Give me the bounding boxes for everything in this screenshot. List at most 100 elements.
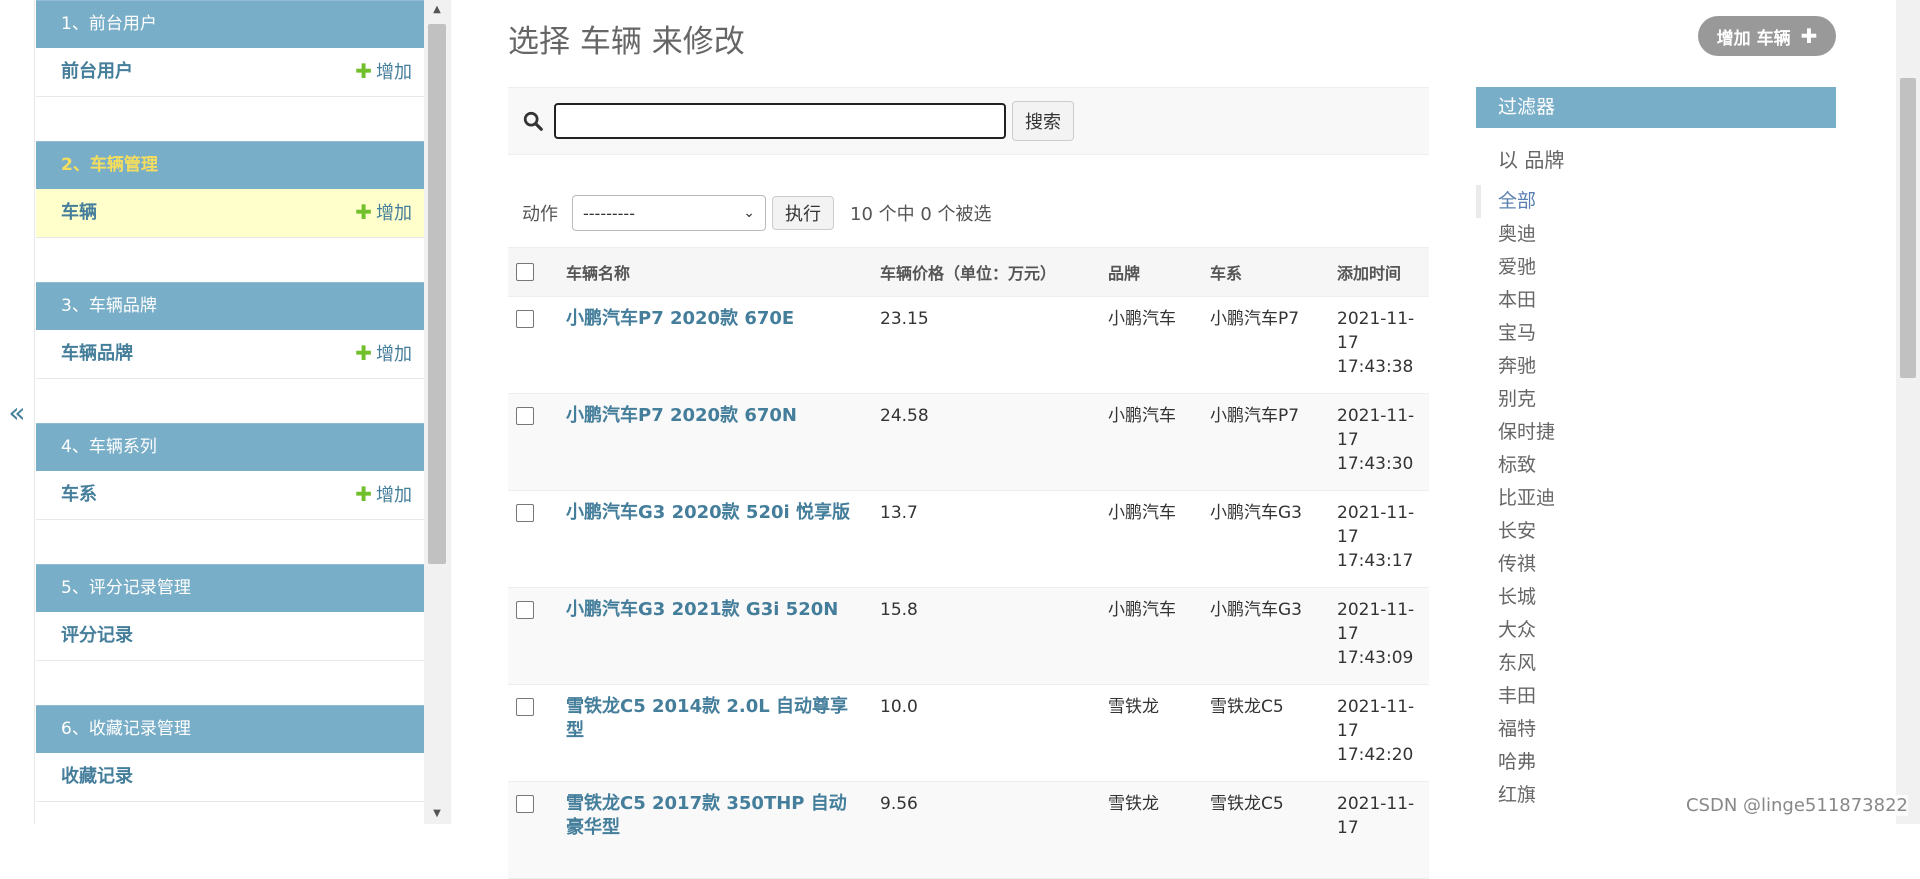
scroll-down-arrow-icon[interactable]: ▼ <box>424 804 450 824</box>
sidebar-module-caption[interactable]: 6、收藏记录管理 <box>36 705 424 753</box>
car-name-link[interactable]: 小鹏汽车P7 2020款 670E <box>566 308 794 329</box>
car-name-link[interactable]: 小鹏汽车P7 2020款 670N <box>566 405 797 426</box>
filter-option-link[interactable]: 传祺 <box>1498 553 1536 575</box>
filter-header: 过滤器 <box>1476 87 1836 128</box>
filter-option-link[interactable]: 保时捷 <box>1498 421 1555 443</box>
search-input[interactable] <box>554 103 1006 139</box>
run-action-button[interactable]: 执行 <box>772 196 834 230</box>
car-series-cell: 小鹏汽车G3 <box>1202 490 1329 588</box>
row-checkbox[interactable] <box>516 795 534 813</box>
sidebar-model-link[interactable]: 评分记录 <box>61 612 133 660</box>
table-row: 小鹏汽车P7 2020款 670E 23.15 小鹏汽车 小鹏汽车P7 2021-11-… <box>508 296 1429 394</box>
filter-option: 丰田 <box>1476 680 1836 713</box>
plus-icon: ✚ <box>1800 24 1818 48</box>
add-label: 增加 <box>376 62 412 83</box>
filter-option-link[interactable]: 奥迪 <box>1498 223 1536 245</box>
action-select[interactable]: --------- ⌄ <box>572 195 766 231</box>
column-header-name[interactable]: 车辆名称 <box>558 247 872 297</box>
scroll-up-arrow-icon[interactable]: ▲ <box>424 0 450 20</box>
added-time-line: 17:43:30 <box>1337 454 1414 474</box>
car-series-cell: 雪铁龙C5 <box>1202 781 1329 879</box>
filter-option-link[interactable]: 奔驰 <box>1498 355 1536 377</box>
row-checkbox[interactable] <box>516 601 534 619</box>
select-all-checkbox[interactable] <box>516 262 534 281</box>
added-time-line: 2021-11- <box>1337 600 1415 620</box>
sidebar-module-caption[interactable]: 1、前台用户 <box>36 0 424 48</box>
sidebar-model-link[interactable]: 收藏记录 <box>61 753 133 801</box>
added-time-line: 17:42:20 <box>1337 745 1414 765</box>
sidebar-model-link[interactable]: 车辆 <box>61 189 97 237</box>
search-button[interactable]: 搜索 <box>1012 101 1074 141</box>
filter-option-link[interactable]: 标致 <box>1498 454 1536 476</box>
filter-option: 全部 <box>1476 185 1836 218</box>
sidebar-module-caption[interactable]: 5、评分记录管理 <box>36 564 424 612</box>
table-row: 小鹏汽车P7 2020款 670N 24.58 小鹏汽车 小鹏汽车P7 2021-11-… <box>508 393 1429 491</box>
divider <box>450 0 451 824</box>
car-price-cell: 15.8 <box>872 587 1100 685</box>
actions-bar: 动作 --------- ⌄ 执行 10 个中 0 个被选 <box>508 190 1443 236</box>
filter-option-link[interactable]: 丰田 <box>1498 685 1536 707</box>
column-header-series[interactable]: 车系 <box>1202 247 1329 297</box>
filter-option: 标致 <box>1476 449 1836 482</box>
sidebar-module-caption[interactable]: 3、车辆品牌 <box>36 282 424 330</box>
sidebar-model-link[interactable]: 前台用户 <box>61 48 133 96</box>
row-checkbox[interactable] <box>516 310 534 328</box>
filter-option: 别克 <box>1476 383 1836 416</box>
row-checkbox[interactable] <box>516 698 534 716</box>
page-scrollbar[interactable] <box>1896 0 1920 824</box>
sidebar-model-row: 前台用户 ✚ 增加 <box>36 48 424 97</box>
sidebar-add-link[interactable]: ✚ 增加 <box>355 188 412 238</box>
filter-option-link[interactable]: 大众 <box>1498 619 1536 641</box>
car-name-link[interactable]: 小鹏汽车G3 2021款 G3i 520N <box>566 599 838 620</box>
added-time-line: 17:43:09 <box>1337 648 1414 668</box>
add-label: 增加 <box>376 485 412 506</box>
filter-option-link[interactable]: 爱驰 <box>1498 256 1536 278</box>
sidebar-scroll-thumb[interactable] <box>428 24 446 564</box>
car-name-cell: 小鹏汽车P7 2020款 670N <box>558 393 872 491</box>
main-content: 选择 车辆 来修改 增加 车辆 ✚ 搜索 动作 --------- ⌄ 执行 1… <box>508 0 1838 879</box>
filter-option: 东风 <box>1476 647 1836 680</box>
sidebar-scrollbar[interactable]: ▲ ▼ <box>424 0 450 824</box>
add-car-button[interactable]: 增加 车辆 ✚ <box>1698 16 1836 56</box>
filter-option-link[interactable]: 哈弗 <box>1498 751 1536 773</box>
sidebar-module-caption[interactable]: 4、车辆系列 <box>36 423 424 471</box>
filter-option-link[interactable]: 东风 <box>1498 652 1536 674</box>
filter-option-link[interactable]: 红旗 <box>1498 784 1536 806</box>
filter-option-link[interactable]: 别克 <box>1498 388 1536 410</box>
car-name-link[interactable]: 雪铁龙C5 2017款 350THP 自动豪华型 <box>566 793 847 838</box>
action-select-value: --------- <box>583 203 635 223</box>
filter-option-link[interactable]: 比亚迪 <box>1498 487 1555 509</box>
sidebar-module-caption[interactable]: 2、车辆管理 <box>36 141 424 189</box>
changelist: 搜索 动作 --------- ⌄ 执行 10 个中 0 个被选 车辆名称 车辆… <box>508 87 1429 879</box>
sidebar-add-link[interactable]: ✚ 增加 <box>355 470 412 520</box>
car-name-cell: 小鹏汽车P7 2020款 670E <box>558 296 872 394</box>
sidebar-collapse-toggle[interactable]: « <box>0 0 35 824</box>
car-added-time-cell: 2021-11- 17 17:43:38 <box>1329 296 1429 394</box>
actions-label: 动作 <box>522 204 558 225</box>
car-added-time-cell: 2021-11- 17 <box>1329 781 1429 879</box>
double-chevron-left-icon: « <box>8 395 26 429</box>
car-price-cell: 10.0 <box>872 684 1100 782</box>
filter-option-link[interactable]: 本田 <box>1498 289 1536 311</box>
added-time-line: 2021-11- <box>1337 794 1415 814</box>
filter-option-link[interactable]: 福特 <box>1498 718 1536 740</box>
car-name-link[interactable]: 小鹏汽车G3 2020款 520i 悦享版 <box>566 502 850 523</box>
row-checkbox[interactable] <box>516 504 534 522</box>
sidebar-add-link[interactable]: ✚ 增加 <box>355 329 412 379</box>
column-header-added-time[interactable]: 添加时间 <box>1329 247 1429 297</box>
column-header-brand[interactable]: 品牌 <box>1100 247 1202 297</box>
filter-option-link[interactable]: 长城 <box>1498 586 1536 608</box>
page-scroll-thumb[interactable] <box>1900 78 1916 378</box>
sidebar-model-link[interactable]: 车系 <box>61 471 97 519</box>
car-name-link[interactable]: 雪铁龙C5 2014款 2.0L 自动尊享型 <box>566 696 848 741</box>
table-row: 雪铁龙C5 2017款 350THP 自动豪华型 9.56 雪铁龙 雪铁龙C5 2021… <box>508 781 1429 879</box>
filter-option-link[interactable]: 全部 <box>1498 190 1536 212</box>
plus-icon: ✚ <box>355 341 372 365</box>
sidebar-model-link[interactable]: 车辆品牌 <box>61 330 133 378</box>
column-header-price[interactable]: 车辆价格（单位：万元） <box>872 247 1100 297</box>
sidebar-add-link[interactable]: ✚ 增加 <box>355 47 412 97</box>
added-time-line: 17:43:17 <box>1337 551 1414 571</box>
filter-option-link[interactable]: 宝马 <box>1498 322 1536 344</box>
row-checkbox[interactable] <box>516 407 534 425</box>
filter-option-link[interactable]: 长安 <box>1498 520 1536 542</box>
